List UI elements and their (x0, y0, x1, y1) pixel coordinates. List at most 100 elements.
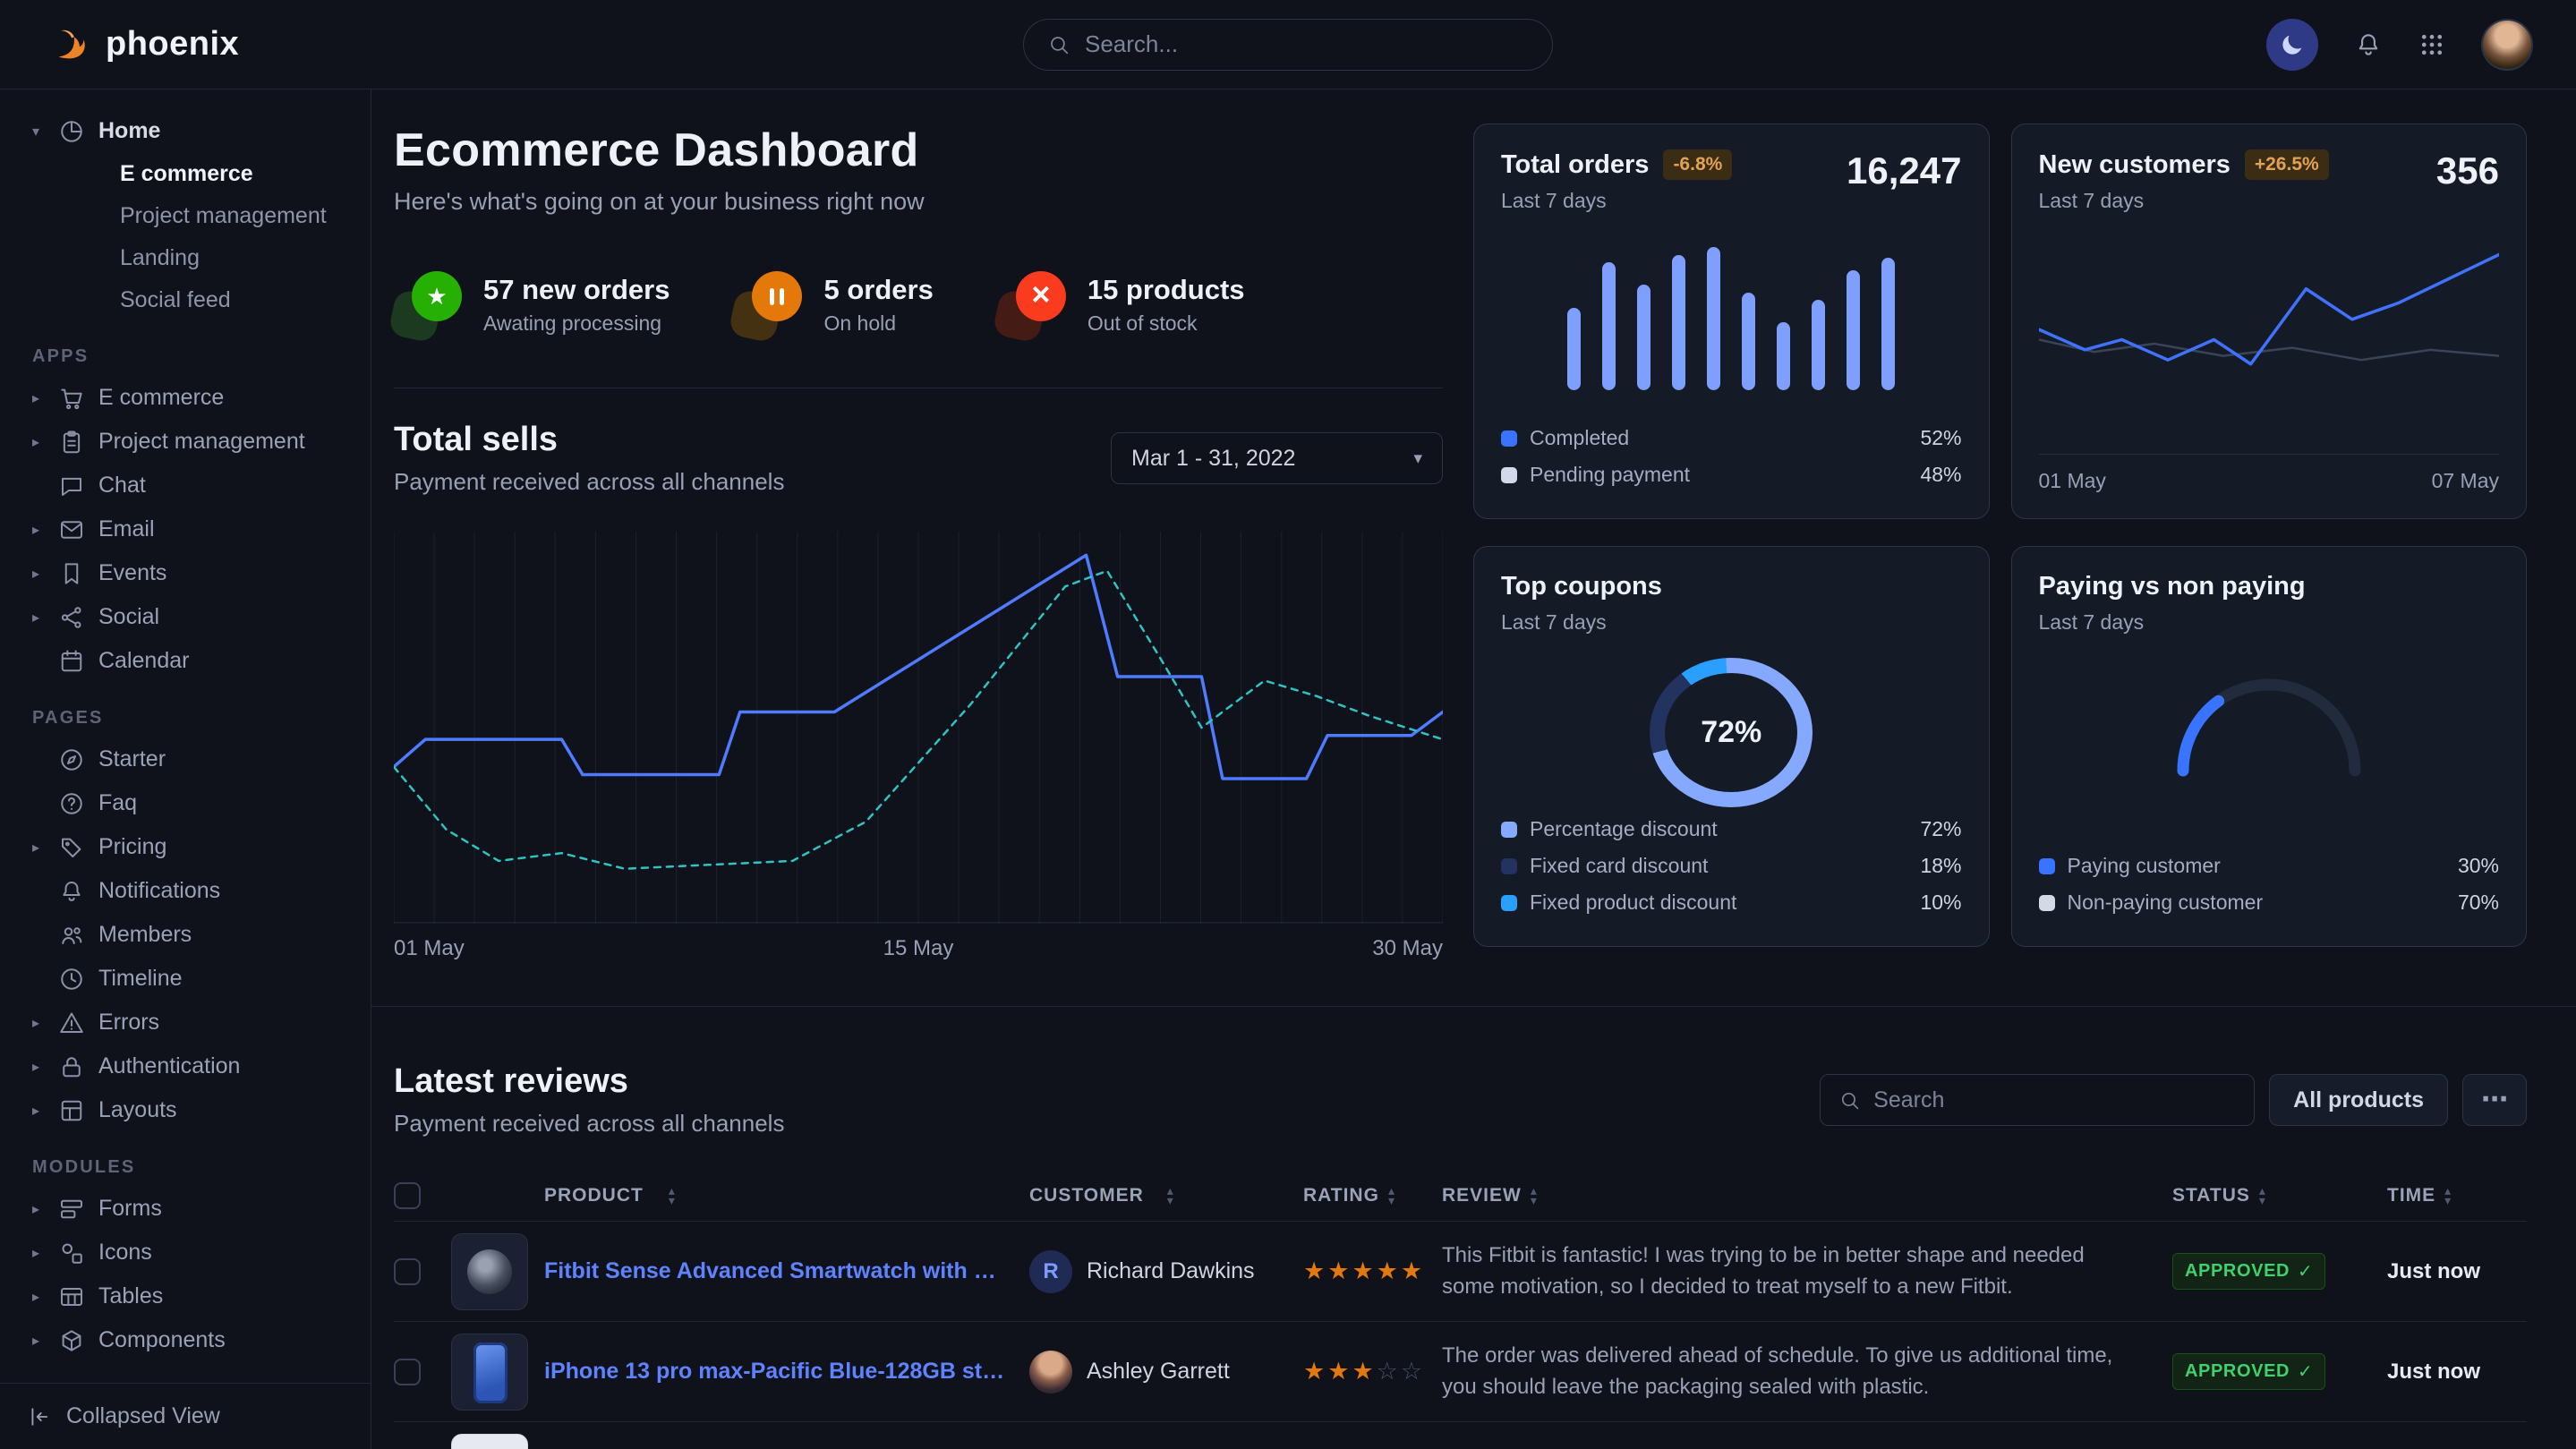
reviews-search-input[interactable] (1873, 1087, 2236, 1113)
row-checkbox[interactable] (394, 1359, 421, 1385)
sidebar-item-authentication[interactable]: ▸Authentication (27, 1044, 351, 1088)
total-sells-x-axis: 01 May15 May30 May (394, 936, 1443, 961)
star-icon: ☆ (1401, 1358, 1425, 1385)
app-grid-icon[interactable] (2418, 31, 2445, 58)
compass-icon (58, 746, 85, 773)
sidebar-item-notifications[interactable]: Notifications (27, 869, 351, 913)
lock-icon (58, 1053, 85, 1080)
legend-swatch (1501, 430, 1517, 447)
chevron-right-icon: ▸ (27, 609, 45, 626)
stat-caption: Out of stock (1088, 311, 1245, 336)
sidebar-item-components[interactable]: ▸Components (27, 1318, 351, 1362)
column-header-product[interactable]: PRODUCT▴▾ (451, 1185, 1029, 1206)
product-link[interactable]: Fitbit Sense Advanced Smartwatch with To… (544, 1258, 1008, 1284)
card-value: 356 (2436, 149, 2499, 192)
all-products-button[interactable]: All products (2269, 1074, 2448, 1126)
notifications-bell-icon[interactable] (2354, 30, 2383, 59)
column-header-status[interactable]: STATUS▴▾ (2172, 1185, 2387, 1206)
rating-stars: ★★★☆☆ (1303, 1358, 1442, 1385)
paying-gauge-chart (2162, 661, 2376, 794)
sidebar-item-events[interactable]: ▸Events (27, 551, 351, 595)
reviews-subtitle: Payment received across all channels (394, 1110, 784, 1138)
legend-swatch (1501, 858, 1517, 874)
select-all-checkbox[interactable] (394, 1182, 421, 1209)
reviews-search[interactable] (1820, 1074, 2255, 1126)
x-axis-label: 07 May (2432, 469, 2499, 493)
sidebar-item-starter[interactable]: Starter (27, 737, 351, 781)
latest-reviews-section: Latest reviews Payment received across a… (394, 1062, 2527, 1449)
theme-toggle-button[interactable] (2266, 19, 2318, 71)
card-title: New customers (2039, 150, 2231, 180)
review-text: The order was delivered ahead of schedul… (1442, 1341, 2172, 1403)
sidebar-item-errors[interactable]: ▸Errors (27, 1001, 351, 1044)
question-icon (58, 790, 85, 817)
date-range-select[interactable]: Mar 1 - 31, 2022 ▾ (1111, 432, 1443, 484)
product-thumbnail (451, 1233, 528, 1310)
column-header-customer[interactable]: CUSTOMER▴▾ (1029, 1185, 1303, 1206)
sidebar-item-timeline[interactable]: Timeline (27, 957, 351, 1001)
collapsed-view-toggle[interactable]: Collapsed View (0, 1383, 371, 1449)
search-input[interactable] (1085, 30, 1529, 58)
sidebar-item-landing[interactable]: Landing (27, 237, 351, 279)
bar (1707, 247, 1720, 390)
sidebar-item-chat[interactable]: Chat (27, 464, 351, 507)
stat-awating-processing: ★57 new ordersAwating processing (394, 271, 670, 337)
sidebar-item-tables[interactable]: ▸Tables (27, 1274, 351, 1318)
x-icon: × (1016, 271, 1066, 321)
coupons-donut-chart: 72% (1650, 658, 1813, 807)
sidebar-item-project-management[interactable]: Project management (27, 195, 351, 237)
column-header-review[interactable]: REVIEW▴▾ (1442, 1185, 2172, 1206)
stat-value: 57 new orders (483, 274, 670, 306)
row-checkbox[interactable] (394, 1258, 421, 1285)
sidebar-section-title: MODULES (32, 1157, 351, 1178)
sidebar-item-forms[interactable]: ▸Forms (27, 1187, 351, 1231)
sidebar-item-social-feed[interactable]: Social feed (27, 279, 351, 321)
customers-line-chart (2039, 238, 2500, 441)
topbar-search[interactable] (1023, 19, 1553, 71)
sidebar-item-faq[interactable]: Faq (27, 781, 351, 825)
sidebar: ▾HomeE commerceProject managementLanding… (0, 89, 371, 1449)
orders-bar-chart (1501, 240, 1962, 390)
sidebar-item-e-commerce[interactable]: ▸E commerce (27, 376, 351, 420)
reviews-title: Latest reviews (394, 1062, 784, 1101)
sidebar-item-layouts[interactable]: ▸Layouts (27, 1088, 351, 1132)
reviews-table: PRODUCT▴▾CUSTOMER▴▾RATING▴▾REVIEW▴▾STATU… (394, 1170, 2527, 1449)
date-range-value: Mar 1 - 31, 2022 (1131, 446, 1295, 472)
sidebar-item-pricing[interactable]: ▸Pricing (27, 825, 351, 869)
more-options-button[interactable]: ⋯ (2462, 1074, 2527, 1126)
user-avatar[interactable] (2481, 19, 2533, 71)
sort-icon: ▴▾ (1531, 1186, 1538, 1206)
sidebar-item-project-management[interactable]: ▸Project management (27, 420, 351, 464)
bar (1777, 322, 1790, 390)
sidebar-item-home[interactable]: ▾Home (27, 109, 351, 153)
bar (1881, 258, 1895, 390)
layout-icon (58, 1097, 85, 1124)
column-header-time[interactable]: TIME▴▾ (2387, 1185, 2527, 1206)
sidebar-item-email[interactable]: ▸Email (27, 507, 351, 551)
chevron-right-icon: ▸ (27, 433, 45, 451)
status-badge: APPROVED ✓ (2172, 1353, 2325, 1390)
star-icon: ★ (1303, 1358, 1327, 1385)
table-header-row: PRODUCT▴▾CUSTOMER▴▾RATING▴▾REVIEW▴▾STATU… (394, 1170, 2527, 1222)
product-link[interactable]: iPhone 13 pro max-Pacific Blue-128GB sto… (544, 1359, 1008, 1385)
chevron-right-icon: ▸ (27, 1102, 45, 1120)
chevron-right-icon: ▸ (27, 565, 45, 583)
quick-stats: ★57 new ordersAwating processing5 orders… (394, 271, 1443, 337)
main-content: Ecommerce Dashboard Here's what's going … (371, 89, 2576, 1449)
x-axis-label: 15 May (883, 936, 954, 961)
trend-badge: +26.5% (2245, 149, 2329, 180)
brand[interactable]: phoenix (50, 24, 239, 65)
sidebar-item-e-commerce[interactable]: E commerce (27, 153, 351, 195)
star-icon: ★ (1303, 1257, 1327, 1285)
sidebar-item-calendar[interactable]: Calendar (27, 639, 351, 683)
sidebar-item-members[interactable]: Members (27, 913, 351, 957)
column-header-rating[interactable]: RATING▴▾ (1303, 1185, 1442, 1206)
stat-caption: Awating processing (483, 311, 670, 336)
chevron-right-icon: ▸ (27, 1014, 45, 1032)
total-sells-subtitle: Payment received across all channels (394, 468, 784, 496)
sidebar-item-social[interactable]: ▸Social (27, 595, 351, 639)
sidebar-item-icons[interactable]: ▸Icons (27, 1231, 351, 1274)
legend-item: Percentage discount72% (1501, 811, 1962, 848)
card-title: Top coupons (1501, 572, 1662, 601)
chevron-right-icon: ▸ (27, 839, 45, 857)
